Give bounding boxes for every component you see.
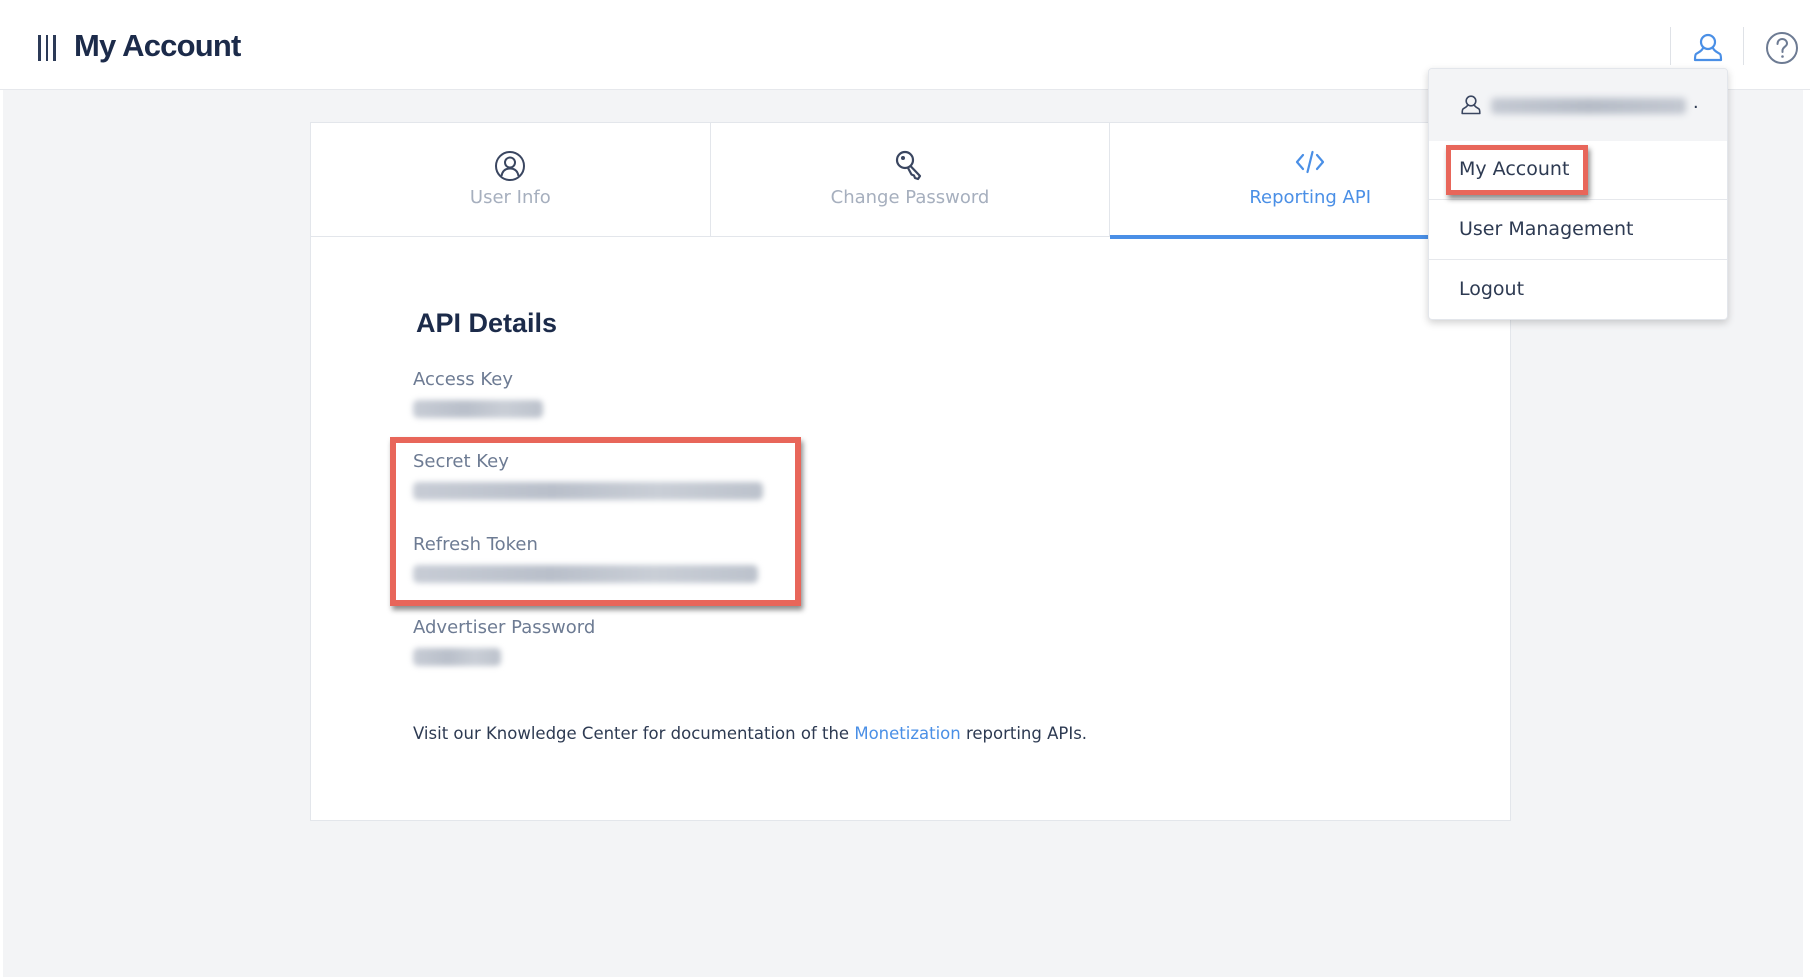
- tab-change-password[interactable]: Change Password: [711, 123, 1111, 237]
- help-icon[interactable]: [1764, 30, 1800, 66]
- username-suffix: .: [1693, 91, 1699, 113]
- menu-item-my-account[interactable]: My Account: [1429, 141, 1727, 199]
- access-key-value: [redacted]: [413, 400, 543, 418]
- field-label: Secret Key: [413, 451, 509, 472]
- field-label: Access Key: [413, 369, 513, 390]
- refresh-token-value: [redacted]: [413, 565, 758, 583]
- secret-key-value: [redacted]: [413, 482, 763, 500]
- menu-item-user-management[interactable]: User Management: [1429, 199, 1727, 259]
- dropdown-user-header: [redacted] .: [1429, 69, 1727, 141]
- access-key-field: Access Key [redacted]: [413, 369, 543, 418]
- field-label: Refresh Token: [413, 534, 538, 555]
- advertiser-password-field: Advertiser Password [redacted]: [413, 617, 595, 666]
- menu-item-logout[interactable]: Logout: [1429, 259, 1727, 319]
- field-label: Advertiser Password: [413, 617, 596, 638]
- key-icon: [893, 149, 927, 183]
- advertiser-password-value: [redacted]: [413, 648, 501, 666]
- knowledge-center-note: Visit our Knowledge Center for documenta…: [413, 724, 1087, 743]
- dropdown-username: [redacted]: [1491, 98, 1686, 114]
- note-suffix: reporting APIs.: [960, 724, 1088, 743]
- tab-user-info[interactable]: User Info: [311, 123, 711, 237]
- code-icon: [1293, 145, 1327, 179]
- user-icon: [1459, 93, 1483, 117]
- header-divider: [1743, 27, 1744, 65]
- tab-label: Change Password: [830, 187, 990, 208]
- page-title: My Account: [74, 28, 241, 63]
- user-dropdown-menu: [redacted] . My Account User Management …: [1428, 68, 1728, 320]
- user-icon[interactable]: [1690, 30, 1726, 66]
- monetization-link[interactable]: Monetization: [854, 724, 960, 743]
- header-divider: [1670, 27, 1671, 65]
- secret-key-field: Secret Key [redacted]: [413, 451, 763, 500]
- refresh-token-field: Refresh Token [redacted]: [413, 534, 758, 583]
- tab-label: User Info: [469, 187, 551, 208]
- note-prefix: Visit our Knowledge Center for documenta…: [413, 724, 855, 743]
- user-circle-icon: [493, 149, 527, 183]
- tab-bar: User Info Change Password Reporting API: [311, 123, 1510, 239]
- section-title: API Details: [416, 308, 558, 338]
- hamburger-icon[interactable]: [38, 35, 58, 61]
